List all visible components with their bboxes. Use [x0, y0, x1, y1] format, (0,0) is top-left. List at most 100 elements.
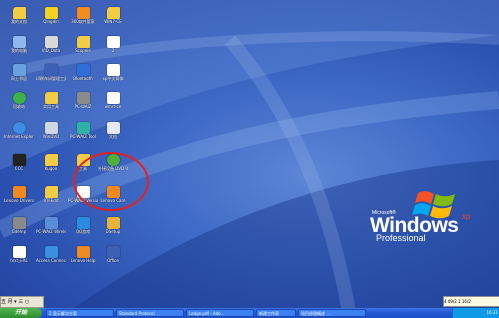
folder-icon: [44, 186, 58, 198]
desktop-icon-label: 回收站: [13, 104, 25, 109]
edition-label: Professional: [376, 233, 426, 243]
taskbar-button[interactable]: Standard Protocol: [116, 309, 184, 317]
desktop-icon[interactable]: 印刷车间管理工具: [36, 64, 66, 88]
desktop-icon[interactable]: QQ游戏: [68, 217, 98, 241]
language-bar[interactable]: 五 月 ▾ 三 ○: [0, 296, 44, 308]
document-icon: [106, 64, 120, 76]
desktop-icon[interactable]: Access Connections: [36, 246, 66, 270]
desktop-icon-label: RTFEdit: [43, 198, 59, 203]
desktop-icon-label: wmrt-ce: [104, 104, 122, 109]
desktop-icon-label: PC-WAIZ: [74, 104, 92, 109]
desktop-icon-label: 360软件管家: [71, 19, 95, 24]
folder-icon: [44, 154, 58, 166]
desktop-icon[interactable]: Lenovo Drivers: [4, 186, 34, 210]
desktop-icon-label: WIN7-CE: [104, 19, 122, 24]
desktop-icon-label: 我的电脑: [11, 48, 27, 53]
app-icon: [76, 217, 90, 229]
app-icon: [106, 246, 120, 258]
recycle-bin-icon: [12, 92, 26, 104]
desktop-icon[interactable]: 回收站: [4, 92, 34, 116]
desktop-icon[interactable]: Lenovo Help: [68, 246, 98, 270]
desktop-icon[interactable]: CCC: [4, 154, 34, 178]
system-tray: 16:31: [452, 308, 499, 318]
app-icon: [44, 36, 58, 48]
desktop-icon[interactable]: Bluetooth: [68, 64, 98, 88]
taskbar-button[interactable]: 新建工作表: [256, 309, 296, 317]
app-icon: [12, 186, 26, 198]
app-icon: [76, 122, 90, 134]
app-icon: [76, 246, 90, 258]
clock[interactable]: 16:31: [486, 308, 498, 318]
desktop-icon-label: xp中文简体: [102, 76, 124, 81]
folder-icon: [12, 7, 26, 19]
desktop-icon-label: Scopeie: [75, 48, 91, 53]
desktop-icon[interactable]: DSetup: [98, 217, 128, 241]
desktop-icon-label: Kugoo: [44, 166, 58, 171]
desktop-icon[interactable]: VID_Data: [36, 36, 66, 60]
app-icon: [44, 246, 58, 258]
app-icon: [12, 154, 26, 166]
computer-icon: [12, 36, 26, 48]
desktop-icon-label: Lenovo Help: [70, 258, 96, 263]
desktop-icon[interactable]: 我的文档: [4, 7, 34, 31]
desktop-icon-label: Cdemp: [11, 229, 27, 234]
start-button[interactable]: 开始: [0, 308, 42, 318]
ie-icon: [12, 122, 26, 134]
desktop-icon[interactable]: 360软件管家: [68, 7, 98, 31]
taskbar-button[interactable]: Ledge.pdf - Ado...: [186, 309, 254, 317]
desktop-icon[interactable]: Qingdin: [36, 7, 66, 31]
desktop-icon-label: Qingdin: [43, 19, 59, 24]
desktop-icon[interactable]: WinDVD: [36, 122, 66, 146]
desktop-icon[interactable]: Office: [98, 246, 128, 270]
desktop-icon[interactable]: Kugoo: [36, 154, 66, 178]
desktop-icon-label: Access Connections: [36, 258, 66, 263]
desktop-icon[interactable]: PC-WAIZ Tool: [68, 122, 98, 146]
desktop-icon[interactable]: 网上邻居: [4, 64, 34, 88]
desktop-icon-label: Bluetooth: [73, 76, 93, 81]
notification-popup[interactable]: 4 09/2 1 16/2: [443, 296, 499, 307]
desktop-icon[interactable]: Internet Explorer: [4, 122, 34, 146]
desktop-icon[interactable]: 实用工具: [36, 92, 66, 116]
word-icon: [106, 122, 120, 134]
desktop-icon-label: PC-WAIZ Wireless: [36, 229, 66, 234]
desktop-icon-label: QQ游戏: [75, 229, 91, 234]
app-icon: [44, 64, 58, 76]
desktop-icon[interactable]: RTFEdit: [36, 186, 66, 210]
app-icon: [44, 7, 58, 19]
desktop-icon-label: CCC: [14, 166, 24, 171]
network-icon: [12, 64, 26, 76]
desktop-icon[interactable]: 我的电脑: [4, 36, 34, 60]
desktop-icon[interactable]: xp中文简体: [98, 64, 128, 88]
desktop-icon[interactable]: text_ERL: [4, 246, 34, 270]
desktop-icon-label: 我的文档: [11, 19, 27, 24]
desktop-icon[interactable]: Scopeie: [68, 36, 98, 60]
xp-label: xp: [462, 212, 471, 221]
desktop-icon-label: 实用工具: [43, 104, 59, 109]
highlight-circle: [73, 152, 149, 211]
folder-icon: [106, 7, 120, 19]
desktop-icon[interactable]: 文档: [98, 122, 128, 146]
desktop-icon[interactable]: PC-WAIZ Wireless: [36, 217, 66, 241]
desktop: 我的文档 Qingdin 360软件管家 WIN7-CE 我的电脑 VID_Data Sco…: [0, 0, 499, 318]
desktop-icon[interactable]: Cdemp: [4, 217, 34, 241]
app-icon: [12, 217, 26, 229]
desktop-icon-label: Lenovo Drivers: [4, 198, 34, 203]
folder-icon: [76, 36, 90, 48]
desktop-icon[interactable]: 2: [98, 36, 128, 60]
document-icon: [12, 246, 26, 258]
desktop-icon-label: Internet Explorer: [4, 134, 34, 139]
desktop-icon-label: 2: [111, 48, 115, 53]
desktop-icon-label: 网上邻居: [11, 76, 27, 81]
desktop-icon-label: text_ERL: [10, 258, 28, 263]
taskbar-button[interactable]: 2 显示解决方案: [46, 309, 114, 317]
desktop-icon-label: PC-WAIZ Tool: [70, 134, 96, 139]
desktop-icon[interactable]: PC-WAIZ: [68, 92, 98, 116]
document-icon: [106, 36, 120, 48]
desktop-icon[interactable]: wmrt-ce: [98, 92, 128, 116]
taskbar-button[interactable]: 项目经理概述 ...: [298, 309, 366, 317]
desktop-icon-label: 文档: [109, 134, 117, 139]
desktop-icon[interactable]: WIN7-CE: [98, 7, 128, 31]
app-icon: [44, 122, 58, 134]
desktop-icon-label: VID_Data: [41, 48, 61, 53]
desktop-icon-label: Office: [107, 258, 119, 263]
